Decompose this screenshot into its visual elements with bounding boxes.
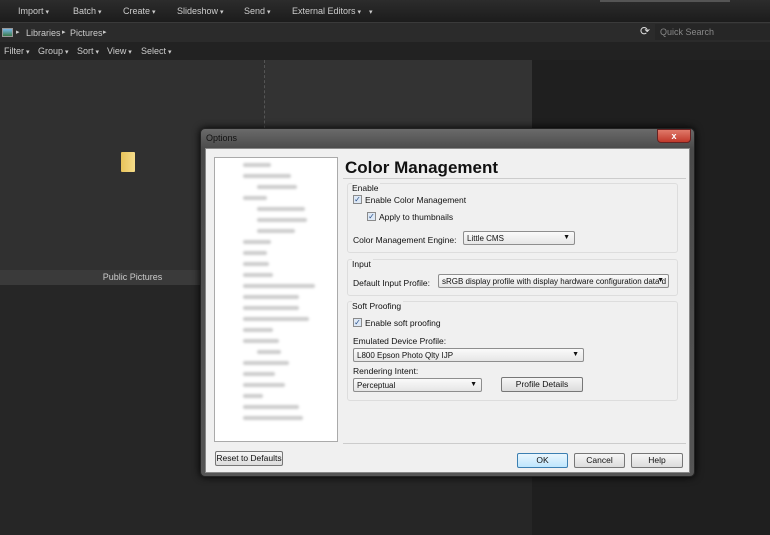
input-profile-select[interactable]: sRGB display profile with display hardwa… <box>438 274 669 288</box>
chevron-right-icon[interactable]: ▸ <box>62 28 66 36</box>
reset-defaults-button[interactable]: Reset to Defaults <box>215 451 283 466</box>
input-group: Input Default Input Profile: sRGB displa… <box>347 259 678 296</box>
group-menu[interactable]: Group <box>38 46 68 56</box>
dialog-body: Color Management Enable ✓ Enable Color M… <box>205 148 690 473</box>
chevron-down-icon: ▼ <box>470 381 477 388</box>
group-label: Soft Proofing <box>352 301 404 311</box>
help-button[interactable]: Help <box>631 453 683 468</box>
breadcrumb-libraries[interactable]: Libraries <box>26 28 61 38</box>
rendering-intent-select[interactable]: Perceptual ▼ <box>353 378 482 392</box>
ok-button[interactable]: OK <box>517 453 568 468</box>
menu-bar: Import Batch Create Slideshow Send Exter… <box>0 0 770 22</box>
engine-select[interactable]: Little CMS ▼ <box>463 231 575 245</box>
filter-menu[interactable]: Filter <box>4 46 29 56</box>
close-button[interactable]: x <box>657 129 691 143</box>
menu-create[interactable]: Create <box>123 6 155 16</box>
options-dialog: Options x Color Management Enable ✓ Enab… <box>200 128 695 477</box>
profile-details-button[interactable]: Profile Details <box>501 377 583 392</box>
menu-import[interactable]: Import <box>18 6 49 16</box>
checkbox-label: Enable Color Management <box>365 195 467 205</box>
rendering-intent-label: Rendering Intent: <box>353 366 419 376</box>
menu-send[interactable]: Send <box>244 6 271 16</box>
divider <box>343 443 686 444</box>
device-profile-select[interactable]: L800 Epson Photo Qlty IJP ▼ <box>353 348 584 362</box>
options-tree[interactable] <box>214 157 338 442</box>
divider <box>343 178 686 179</box>
input-profile-label: Default Input Profile: <box>353 278 431 288</box>
select-value: sRGB display profile with display hardwa… <box>442 277 667 286</box>
chevron-right-icon[interactable]: ▸ <box>103 28 107 36</box>
overflow-chevron-icon[interactable]: ▾ <box>369 8 373 16</box>
apply-thumbnails-checkbox[interactable]: ✓ <box>367 212 376 221</box>
menu-slideshow[interactable]: Slideshow <box>177 6 224 16</box>
menu-external-editors[interactable]: External Editors <box>292 6 361 16</box>
soft-proofing-group: Soft Proofing ✓ Enable soft proofing Emu… <box>347 301 678 401</box>
select-value: Perceptual <box>357 381 396 390</box>
folder-icon <box>121 152 135 172</box>
refresh-icon[interactable]: ⟳ <box>640 24 650 38</box>
page-title: Color Management <box>345 158 499 177</box>
menu-batch[interactable]: Batch <box>73 6 101 16</box>
quick-search-input[interactable]: Quick Search <box>655 24 770 40</box>
select-value: L800 Epson Photo Qlty IJP <box>357 351 454 360</box>
pictures-icon <box>2 28 13 37</box>
engine-label: Color Management Engine: <box>353 235 457 245</box>
chevron-down-icon: ▼ <box>572 351 579 358</box>
enable-color-management-checkbox[interactable]: ✓ <box>353 195 362 204</box>
cancel-button[interactable]: Cancel <box>574 453 625 468</box>
filter-bar: Filter Group Sort View Select <box>0 42 770 60</box>
dialog-title: Options <box>206 133 238 143</box>
chevron-right-icon[interactable]: ▸ <box>16 28 20 36</box>
select-value: Little CMS <box>467 234 504 243</box>
group-label: Enable <box>352 183 381 193</box>
enable-soft-proofing-checkbox[interactable]: ✓ <box>353 318 362 327</box>
chevron-down-icon: ▼ <box>657 277 664 284</box>
chevron-down-icon: ▼ <box>563 234 570 241</box>
select-menu[interactable]: Select <box>141 46 171 56</box>
breadcrumb-pictures[interactable]: Pictures <box>70 28 103 38</box>
sort-menu[interactable]: Sort <box>77 46 99 56</box>
device-profile-label: Emulated Device Profile: <box>353 336 447 346</box>
checkbox-label: Apply to thumbnails <box>379 212 454 222</box>
view-menu[interactable]: View <box>107 46 132 56</box>
window-tab <box>600 0 730 2</box>
checkbox-label: Enable soft proofing <box>365 318 441 328</box>
enable-group: Enable ✓ Enable Color Management ✓ Apply… <box>347 183 678 253</box>
group-label: Input <box>352 259 373 269</box>
